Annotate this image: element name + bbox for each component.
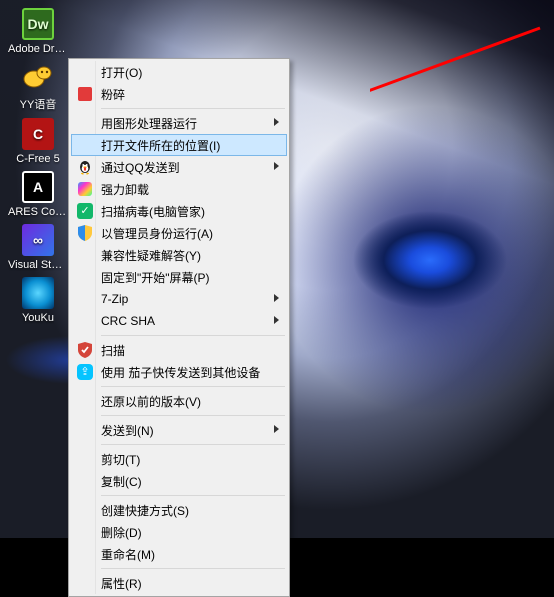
icon-label: ARES Commander xyxy=(8,206,68,218)
context-menu: 打开(O) 粉碎用图形处理器运行打开文件所在的位置(I) 通过QQ发送到强力卸载 ✓ 扫… xyxy=(68,58,290,597)
desktop-icon-yy[interactable]: YY语音 xyxy=(8,61,68,112)
submenu-arrow-icon xyxy=(274,425,279,433)
submenu-arrow-icon xyxy=(274,118,279,126)
menu-item[interactable]: 用图形处理器运行 xyxy=(71,112,287,134)
menu-item-label: 固定到"开始"屏幕(P) xyxy=(101,269,210,286)
icon-label: C-Free 5 xyxy=(16,153,59,165)
submenu-arrow-icon xyxy=(274,316,279,324)
menu-item-label: 使用 茄子快传发送到其他设备 xyxy=(101,364,260,381)
scan-icon: ✓ xyxy=(76,202,94,220)
icon-label: Visual Studio xyxy=(8,259,68,271)
menu-item[interactable]: 还原以前的版本(V) xyxy=(71,390,287,412)
menu-item[interactable]: 兼容性疑难解答(Y) xyxy=(71,244,287,266)
menu-item-label: 打开文件所在的位置(I) xyxy=(101,137,220,154)
menu-item-label: 剪切(T) xyxy=(101,451,140,468)
menu-item-label: 发送到(N) xyxy=(101,422,154,439)
menu-item-label: 通过QQ发送到 xyxy=(101,159,180,176)
menu-item[interactable]: 创建快捷方式(S) xyxy=(71,499,287,521)
ares-icon: A xyxy=(22,171,54,203)
menu-separator xyxy=(101,568,285,569)
menu-item-label: 扫描病毒(电脑管家) xyxy=(101,203,205,220)
menu-item[interactable]: 以管理员身份运行(A) xyxy=(71,222,287,244)
menu-item-label: 创建快捷方式(S) xyxy=(101,502,189,519)
visualstudio-icon: ∞ xyxy=(22,224,54,256)
submenu-arrow-icon xyxy=(274,162,279,170)
menu-item[interactable]: 打开文件所在的位置(I) xyxy=(71,134,287,156)
menu-item[interactable]: 属性(R) xyxy=(71,572,287,594)
menu-item-label: 用图形处理器运行 xyxy=(101,115,197,132)
youku-icon xyxy=(22,277,54,309)
icon-label: YY语音 xyxy=(20,96,57,112)
antivirus-shield-icon xyxy=(76,341,94,359)
menu-item[interactable]: 发送到(N) xyxy=(71,419,287,441)
icon-label: Adobe Dreamweaver CS6 xyxy=(8,43,68,55)
icon-label: YouKu xyxy=(22,312,54,324)
menu-item-label: 强力卸载 xyxy=(101,181,149,198)
menu-item-label: 重命名(M) xyxy=(101,546,155,563)
menu-item[interactable]: 重命名(M) xyxy=(71,543,287,565)
menu-item-label: 属性(R) xyxy=(101,575,142,592)
yy-icon xyxy=(22,61,54,93)
menu-item[interactable]: 打开(O) xyxy=(71,61,287,83)
menu-item[interactable]: 复制(C) xyxy=(71,470,287,492)
shred-icon xyxy=(76,85,94,103)
menu-item-label: 打开(O) xyxy=(101,64,142,81)
menu-item[interactable]: 通过QQ发送到 xyxy=(71,156,287,178)
menu-item-label: 复制(C) xyxy=(101,473,142,490)
menu-item[interactable]: ⇪ 使用 茄子快传发送到其他设备 xyxy=(71,361,287,383)
menu-separator xyxy=(101,108,285,109)
desktop-icon-cfree[interactable]: C C-Free 5 xyxy=(8,118,68,165)
menu-item[interactable]: 强力卸载 xyxy=(71,178,287,200)
menu-item[interactable]: CRC SHA xyxy=(71,310,287,332)
menu-item-label: CRC SHA xyxy=(101,314,155,328)
menu-item[interactable]: 固定到"开始"屏幕(P) xyxy=(71,266,287,288)
share-icon: ⇪ xyxy=(76,363,94,381)
dreamweaver-icon: Dw xyxy=(22,8,54,40)
menu-item[interactable]: 删除(D) xyxy=(71,521,287,543)
menu-separator xyxy=(101,495,285,496)
menu-item[interactable]: 粉碎 xyxy=(71,83,287,105)
submenu-arrow-icon xyxy=(274,294,279,302)
cfree-icon: C xyxy=(22,118,54,150)
menu-item[interactable]: 剪切(T) xyxy=(71,448,287,470)
menu-item-label: 以管理员身份运行(A) xyxy=(101,225,213,242)
menu-item-label: 还原以前的版本(V) xyxy=(101,393,201,410)
menu-separator xyxy=(101,415,285,416)
desktop-icon-youku[interactable]: YouKu xyxy=(8,277,68,324)
menu-item-label: 粉碎 xyxy=(101,86,125,103)
desktop-icon-ares[interactable]: A ARES Commander xyxy=(8,171,68,218)
menu-separator xyxy=(101,335,285,336)
desktop-icon-dreamweaver[interactable]: Dw Adobe Dreamweaver CS6 xyxy=(8,8,68,55)
menu-item-label: 7-Zip xyxy=(101,292,128,306)
menu-separator xyxy=(101,444,285,445)
qq-icon xyxy=(76,158,94,176)
menu-separator xyxy=(101,386,285,387)
uninstall-icon xyxy=(76,180,94,198)
menu-item[interactable]: 7-Zip xyxy=(71,288,287,310)
desktop-icons: Dw Adobe Dreamweaver CS6 YY语音 C C-Free 5… xyxy=(8,8,68,324)
menu-item-label: 兼容性疑难解答(Y) xyxy=(101,247,201,264)
menu-item-label: 扫描 xyxy=(101,342,125,359)
shield-icon xyxy=(76,224,94,242)
menu-item[interactable]: 扫描 xyxy=(71,339,287,361)
menu-item[interactable]: ✓ 扫描病毒(电脑管家) xyxy=(71,200,287,222)
desktop-icon-visualstudio[interactable]: ∞ Visual Studio xyxy=(8,224,68,271)
